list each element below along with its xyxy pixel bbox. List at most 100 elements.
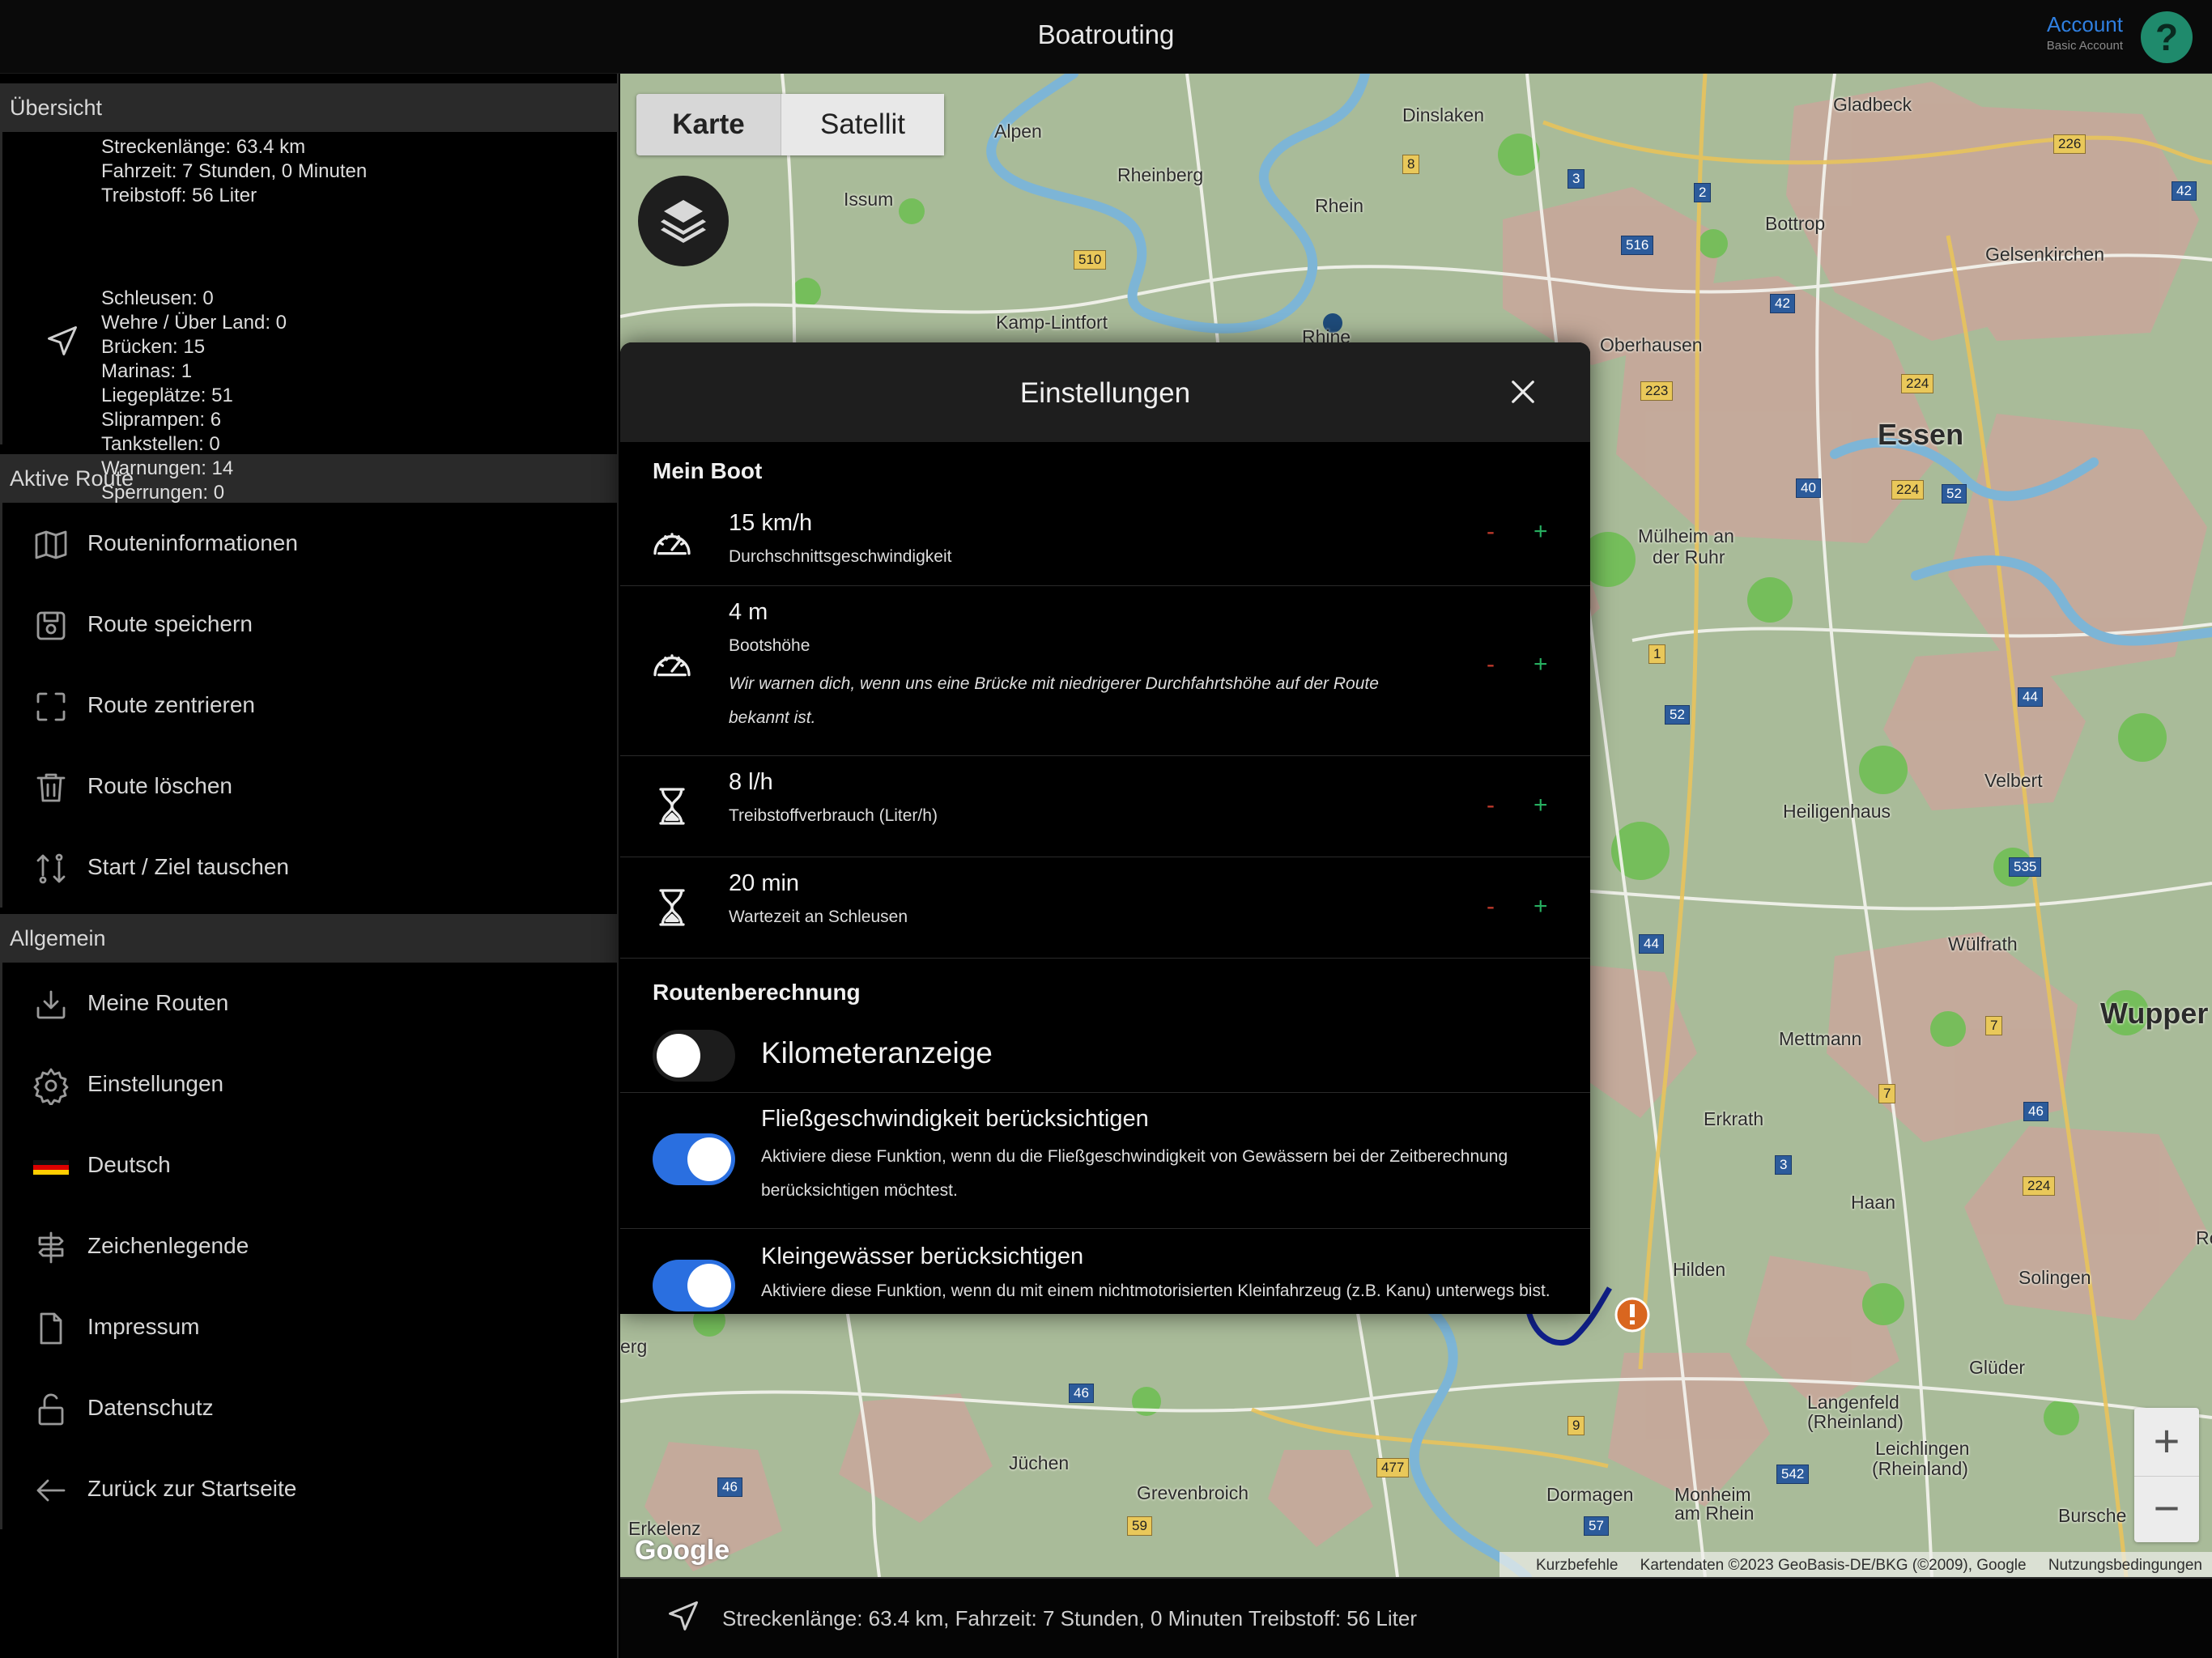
map-place-label: Jüchen (1009, 1452, 1070, 1473)
account-link[interactable]: Account Basic Account (2047, 12, 2123, 53)
menu-item-start-ziel-tauschen[interactable]: Start / Ziel tauschen (2, 827, 617, 908)
road-shield: 9 (1568, 1416, 1585, 1435)
menu-item-zurück-zur-startseite[interactable]: Zurück zur Startseite (2, 1448, 617, 1529)
road-shield: 226 (2053, 134, 2087, 154)
overview-line: Tankstellen: 0 (101, 433, 220, 455)
menu-item-label: Zurück zur Startseite (87, 1476, 297, 1501)
close-icon[interactable] (1506, 375, 1540, 409)
menu-item-label: Einstellungen (87, 1071, 224, 1096)
menu-item-label: Start / Ziel tauschen (87, 854, 290, 879)
menu-item-meine-routen[interactable]: Meine Routen (2, 963, 617, 1044)
map-place-label: der Ruhr (1653, 546, 1725, 568)
road-shield: 224 (1891, 480, 1925, 500)
road-shield: 59 (1127, 1516, 1152, 1536)
help-button[interactable]: ? (2141, 11, 2193, 63)
increase-button[interactable]: + (1534, 518, 1548, 546)
keyboard-shortcuts-link[interactable]: Kurzbefehle (1536, 1557, 1618, 1574)
map-place-label: Bursche (2058, 1505, 2127, 1526)
map-type-toggle[interactable]: Karte Satellit (636, 94, 944, 155)
overview-counts: Schleusen: 0 Wehre / Über Land: 0 Brücken:… (101, 287, 287, 505)
toggle-knob (657, 1034, 700, 1078)
road-shield: 44 (1639, 934, 1664, 954)
increase-button[interactable]: + (1534, 792, 1548, 819)
terms-link[interactable]: Nutzungsbedingungen (2048, 1557, 2202, 1574)
signpost-icon (38, 1231, 64, 1264)
settings-title: Einstellungen (1019, 377, 1191, 409)
toggle-knob (687, 1137, 731, 1181)
map-type-karte[interactable]: Karte (636, 94, 781, 155)
map-place-label: Erkrath (1704, 1108, 1764, 1129)
road-shield: 40 (1796, 478, 1821, 498)
map-place-label: Solingen (2018, 1267, 2091, 1288)
road-shield: 52 (1942, 484, 1967, 504)
road-shield: 2 (1694, 183, 1712, 202)
layers-button[interactable] (638, 176, 729, 266)
top-bar: Boatrouting Account Basic Account ? (0, 0, 2212, 74)
zoom-out-button[interactable]: − (2134, 1476, 2199, 1542)
menu-item-route-löschen[interactable]: Route löschen (2, 746, 617, 827)
map-type-satellit[interactable]: Satellit (781, 94, 944, 155)
decrease-button[interactable]: - (1487, 893, 1495, 920)
speedometer-icon (653, 533, 691, 555)
decrease-button[interactable]: - (1487, 518, 1495, 546)
map-place-label: Gelsenkirchen (1985, 244, 2105, 265)
map-place-label: Haan (1851, 1192, 1895, 1213)
menu-item-deutsch[interactable]: Deutsch (2, 1124, 617, 1205)
menu-item-datenschutz[interactable]: Datenschutz (2, 1367, 617, 1448)
app-title: Boatrouting (1037, 19, 1175, 49)
menu-item-impressum[interactable]: Impressum (2, 1286, 617, 1367)
map-place-label: Oberhausen (1600, 334, 1703, 355)
map-place-label: Velbert (1984, 770, 2043, 791)
menu-item-route-speichern[interactable]: Route speichern (2, 584, 617, 665)
menu-item-label: Datenschutz (87, 1395, 214, 1420)
menu-item-zeichenlegende[interactable]: Zeichenlegende (2, 1205, 617, 1286)
map-place-label: (Rheinland) (1807, 1411, 1904, 1432)
road-shield: 7 (1985, 1016, 2003, 1035)
active-route-menu: Routeninformationen Route speichern Route … (0, 503, 617, 908)
trash-icon (36, 773, 66, 802)
general-menu: Meine Routen Einstellungen Deutsch Zeichenl… (0, 963, 617, 1529)
zoom-in-button[interactable]: + (2134, 1408, 2199, 1474)
route-summary-text: Streckenlänge: 63.4 km, Fahrzeit: 7 Stun… (722, 1606, 1417, 1630)
toggle-title: Kilometeranzeige (761, 1036, 993, 1069)
toggle-row: Fließgeschwindigkeit berücksichtigen Akti… (620, 1093, 1590, 1229)
road-shield: 516 (1621, 236, 1654, 255)
setting-row: 8 l/h Treibstoffverbrauch (Liter/h) - + (620, 756, 1590, 857)
toggle-switch[interactable] (653, 1030, 735, 1082)
map-place-label: Bottrop (1765, 213, 1826, 234)
road-shield: 3 (1568, 169, 1585, 189)
save-icon (36, 611, 66, 640)
german-flag-icon (33, 1160, 69, 1175)
menu-item-einstellungen[interactable]: Einstellungen (2, 1044, 617, 1124)
increase-button[interactable]: + (1534, 893, 1548, 920)
decrease-button[interactable]: - (1487, 792, 1495, 819)
map-icon (35, 530, 67, 559)
navigation-arrow-icon (669, 1601, 698, 1630)
menu-item-route-zentrieren[interactable]: Route zentrieren (2, 665, 617, 746)
toggle-row: Kilometeranzeige (620, 1018, 1590, 1093)
setting-row: 15 km/h Durchschnittsgeschwindigkeit - + (620, 497, 1590, 586)
road-shield: 7 (1878, 1084, 1896, 1103)
road-shield: 8 (1402, 155, 1420, 174)
toggle-switch[interactable] (653, 1260, 735, 1312)
menu-item-routeninformationen[interactable]: Routeninformationen (2, 503, 617, 584)
account-label[interactable]: Account (2047, 12, 2123, 37)
map-place-label: Rheinberg (1117, 164, 1204, 185)
road-shield: 1 (1648, 644, 1666, 664)
setting-row: 20 min Wartezeit an Schleusen - + (620, 857, 1590, 959)
road-shield: 510 (1074, 250, 1107, 270)
general-header: Allgemein (0, 914, 617, 963)
setting-value: 8 l/h (729, 769, 773, 795)
road-shield: 542 (1776, 1465, 1810, 1484)
map-place-label: Essen (1878, 418, 1964, 451)
menu-item-label: Route löschen (87, 773, 233, 798)
decrease-button[interactable]: - (1487, 651, 1495, 678)
toggle-switch[interactable] (653, 1133, 735, 1185)
map-data-credit: Kartendaten ©2023 GeoBasis-DE/BKG (©2009… (1640, 1557, 2027, 1574)
map-place-label: Mettmann (1779, 1028, 1862, 1049)
map-place-label: Glüder (1969, 1357, 2026, 1378)
road-shield: 477 (1376, 1458, 1410, 1477)
group-title-mein-boot: Mein Boot (653, 458, 763, 483)
increase-button[interactable]: + (1534, 651, 1548, 678)
map-place-label: Heiligenhaus (1783, 801, 1891, 822)
